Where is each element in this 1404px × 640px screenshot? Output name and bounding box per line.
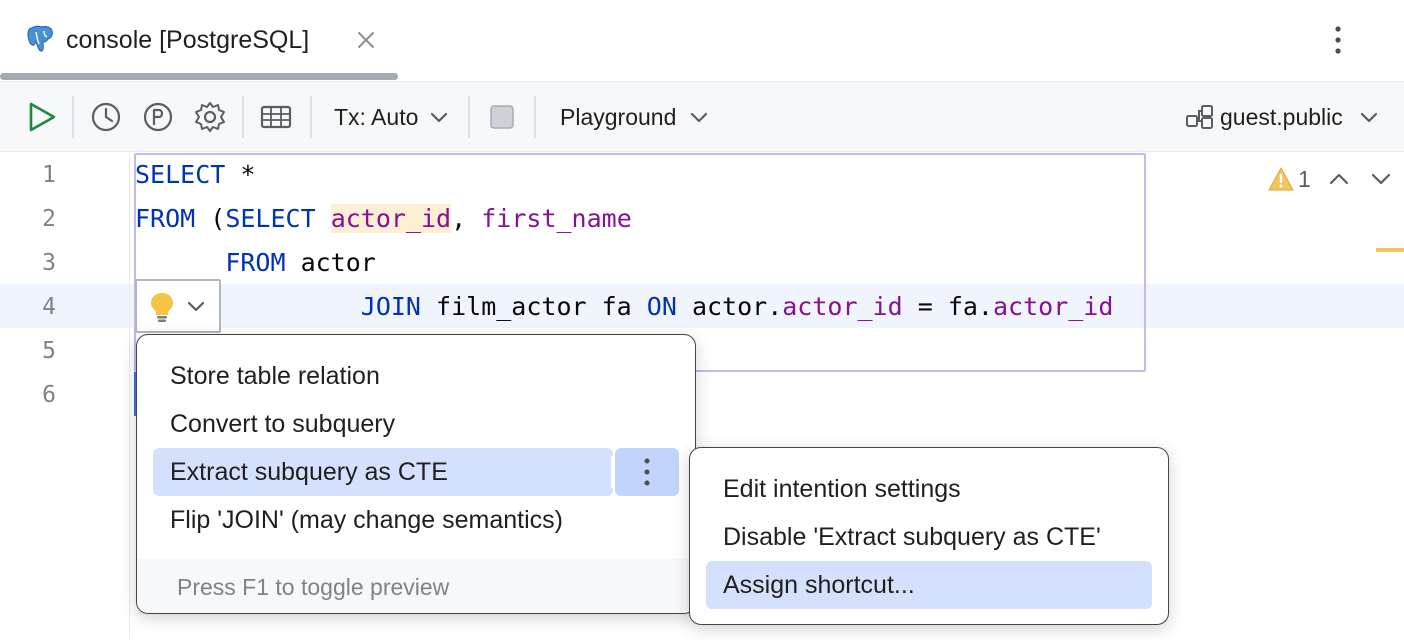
warning-triangle-icon: [1268, 167, 1294, 191]
clock-icon[interactable]: [88, 99, 124, 135]
popup-footer: Press F1 to toggle preview: [137, 559, 695, 613]
submenu-item[interactable]: Edit intention settings: [706, 465, 1152, 513]
intention-options-submenu: Edit intention settings Disable 'Extract …: [689, 447, 1169, 625]
console-toolbar: Tx: Auto Playground guest.public: [0, 82, 1404, 152]
intention-item-label: Flip 'JOIN' (may change semantics): [170, 506, 563, 534]
more-vertical-icon: [644, 458, 650, 486]
intention-bulb-button[interactable]: [135, 279, 221, 333]
chevron-down-icon: [187, 301, 205, 312]
active-tab-indicator: [0, 73, 398, 80]
line-number: 1: [42, 162, 56, 188]
table-view-icon[interactable]: [258, 99, 294, 135]
chevron-down-icon: [430, 112, 448, 123]
intention-item-label: Convert to subquery: [170, 410, 396, 438]
intention-item[interactable]: Flip 'JOIN' (may change semantics): [153, 496, 681, 544]
intention-item-label: Extract subquery as CTE: [170, 458, 448, 486]
toolbar-separator: [242, 96, 244, 138]
toolbar-separator: [310, 96, 312, 138]
tx-mode-label: Tx: Auto: [334, 104, 419, 130]
intention-actions-popup: Store table relation Convert to subquery E…: [136, 334, 696, 614]
line-number-gutter: 1 2 3 4 5 6: [0, 152, 130, 640]
toolbar-separator: [72, 96, 74, 138]
editor-tab-bar: console [PostgreSQL]: [0, 0, 1404, 82]
intention-item-label: Store table relation: [170, 362, 380, 390]
intention-item[interactable]: Convert to subquery: [153, 400, 681, 448]
schema-label: guest.public: [1220, 104, 1343, 130]
submenu-item[interactable]: Assign shortcut...: [706, 561, 1152, 609]
chevron-down-icon[interactable]: [1368, 166, 1394, 192]
preview-hint: Press F1 to toggle preview: [177, 574, 450, 600]
item-divider: [611, 456, 613, 488]
postgresql-elephant-icon: [27, 25, 53, 52]
toolbar-separator: [468, 96, 470, 138]
playground-label: Playground: [560, 104, 677, 130]
more-vertical-icon[interactable]: [1322, 24, 1354, 56]
line-number: 3: [42, 250, 56, 276]
parameters-p-icon[interactable]: [140, 99, 176, 135]
line-number: 6: [42, 382, 56, 408]
error-stripe-warning-mark[interactable]: [1376, 248, 1404, 252]
tab-console[interactable]: console [PostgreSQL]: [0, 0, 398, 82]
line-number: 2: [42, 206, 56, 232]
line-number: 4: [42, 294, 56, 320]
inspection-widget[interactable]: 1: [1268, 164, 1398, 194]
chevron-down-icon: [690, 112, 708, 123]
tab-title: console [PostgreSQL]: [66, 26, 310, 54]
schema-icon: [1186, 105, 1213, 129]
submenu-item-label: Disable 'Extract subquery as CTE': [723, 523, 1101, 551]
line-number: 5: [42, 338, 56, 364]
warning-count: 1: [1298, 166, 1311, 192]
toolbar-separator: [534, 96, 536, 138]
gear-icon[interactable]: [192, 99, 228, 135]
intention-item[interactable]: Store table relation: [153, 352, 681, 400]
submenu-item-label: Edit intention settings: [723, 475, 961, 503]
chevron-up-icon[interactable]: [1326, 166, 1352, 192]
intention-options-button[interactable]: [615, 448, 679, 496]
submenu-item[interactable]: Disable 'Extract subquery as CTE': [706, 513, 1152, 561]
chevron-down-icon: [1360, 112, 1378, 123]
run-icon[interactable]: [24, 99, 60, 135]
stop-icon[interactable]: [484, 99, 520, 135]
close-icon[interactable]: [354, 28, 378, 52]
submenu-item-label: Assign shortcut...: [723, 571, 915, 599]
lightbulb-icon: [151, 293, 173, 322]
intention-item[interactable]: Extract subquery as CTE: [153, 448, 613, 496]
